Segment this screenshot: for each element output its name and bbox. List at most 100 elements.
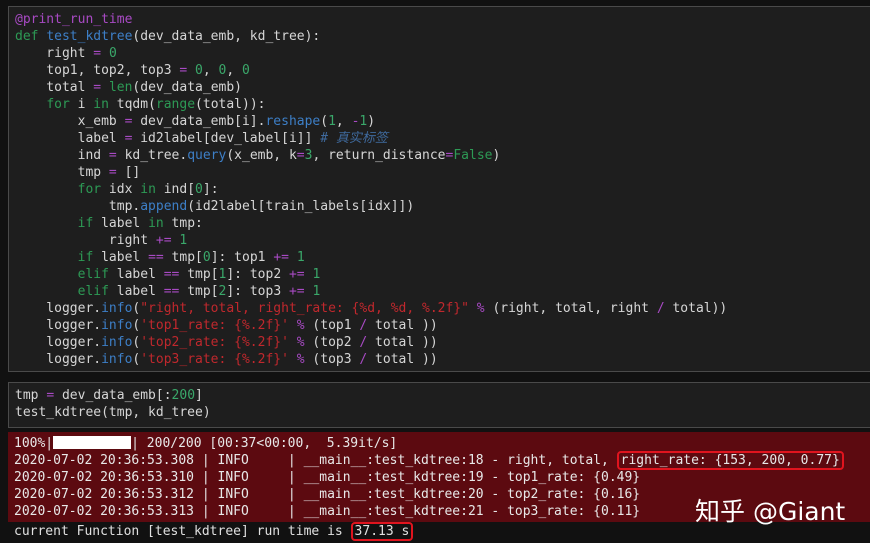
code-token-t	[289, 250, 297, 265]
runtime-prefix: current Function [test_kdtree] run time …	[14, 524, 351, 539]
code-line: def test_kdtree(dev_data_emb, kd_tree):	[15, 28, 727, 45]
code-token-op: +=	[155, 233, 172, 248]
code-token-t: logger.	[15, 352, 102, 367]
code-token-op: +=	[288, 267, 305, 282]
code-line: if label == tmp[0]: top1 += 1	[15, 249, 727, 266]
code-token-fn: query	[187, 148, 227, 163]
code-token-num: 1	[179, 233, 188, 248]
code-token-num: 0	[108, 46, 117, 61]
code-token-t: top1, top2, top3	[15, 63, 180, 78]
code-token-op: =	[46, 388, 55, 403]
code-token-op: =	[93, 80, 102, 95]
code-token-t	[15, 216, 78, 231]
code-token-t: id2label[dev_label[i]]	[132, 131, 321, 146]
code-token-t: logger.	[15, 318, 102, 333]
code-token-num: 1	[328, 114, 336, 129]
code-token-num: 0	[242, 63, 250, 78]
code-token-fn: info	[101, 301, 133, 316]
code-token-t: logger.	[15, 301, 102, 316]
code-line: elif label == tmp[1]: top2 += 1	[15, 266, 727, 283]
code-token-num: 1	[296, 250, 305, 265]
code-token-t: )	[492, 148, 501, 163]
code-cell-call[interactable]: tmp = dev_data_emb[:200] test_kdtree(tmp,…	[8, 382, 870, 428]
code-line: logger.info("right, total, right_rate: {…	[15, 300, 727, 317]
code-line: test_kdtree(tmp, kd_tree)	[15, 404, 211, 421]
code-token-t	[15, 182, 78, 197]
code-token-bi: len	[108, 80, 133, 95]
code-line: right += 1	[15, 232, 727, 249]
code-token-t: tmp[	[179, 284, 219, 299]
code-token-op: /	[656, 301, 665, 316]
code-token-t: ]: top1	[210, 250, 274, 265]
log-line: 2020-07-02 20:36:53.312 | INFO | __main_…	[14, 486, 640, 503]
runtime-line: current Function [test_kdtree] run time …	[14, 522, 414, 541]
code-token-t: ,	[202, 63, 219, 78]
code-token-t: (top2	[304, 335, 360, 350]
code-token-t	[289, 352, 297, 367]
code-line: label = id2label[dev_label[i]] # 真实标签	[15, 130, 727, 147]
code-token-t: , return_distance	[312, 148, 446, 163]
code-token-fn: reshape	[265, 114, 321, 129]
code-token-t: ]:	[202, 182, 219, 197]
code-token-num: 1	[312, 267, 321, 282]
code-token-t: (id2label[train_labels[idx]])	[187, 199, 415, 214]
code-token-t: (	[320, 114, 329, 129]
code-token-t	[15, 284, 78, 299]
code-token-t: label	[93, 250, 149, 265]
code-token-t: (top1	[304, 318, 360, 333]
progress-percent: 100%|	[14, 436, 54, 451]
code-token-t: tmp	[15, 388, 47, 403]
code-line: for idx in ind[0]:	[15, 181, 727, 198]
code-token-t: total ))	[367, 318, 438, 333]
code-token-t: ind[	[155, 182, 196, 197]
code-line: ind = kd_tree.query(x_emb, k=3, return_d…	[15, 147, 727, 164]
code-token-str: 'top1_rate: {%.2f}'	[140, 318, 289, 333]
code-line: @print_run_time	[15, 11, 727, 28]
code-token-op: =	[93, 46, 102, 61]
code-token-op: %	[296, 318, 305, 333]
log-text: 2020-07-02 20:36:53.310 | INFO | __main_…	[14, 470, 641, 485]
code-token-t: tmp	[15, 165, 109, 180]
code-token-bi: range	[155, 97, 196, 112]
code-token-op: +=	[288, 284, 305, 299]
code-token-t: (top3	[304, 352, 360, 367]
log-text: 2020-07-02 20:36:53.312 | INFO | __main_…	[14, 487, 641, 502]
code-editor[interactable]: @print_run_time def test_kdtree(dev_data_…	[15, 11, 727, 368]
code-token-kw: elif	[77, 284, 109, 299]
code-token-op: =	[296, 148, 305, 163]
code-token-t: dev_data_emb[i].	[132, 114, 266, 129]
code-token-fn: info	[101, 318, 133, 333]
code-token-num: 0	[202, 250, 211, 265]
code-token-t	[15, 250, 78, 265]
code-token-t: right	[15, 46, 94, 61]
code-token-t	[289, 318, 297, 333]
code-token-str: 'top2_rate: {%.2f}'	[140, 335, 289, 350]
code-token-num: 0	[195, 182, 203, 197]
code-token-t: (dev_data_emb)	[132, 80, 242, 95]
code-editor[interactable]: tmp = dev_data_emb[:200] test_kdtree(tmp,…	[15, 387, 211, 421]
code-token-kw: for	[77, 182, 102, 197]
code-token-str: 'top3_rate: {%.2f}'	[140, 352, 289, 367]
code-token-op: ==	[163, 284, 180, 299]
code-token-t: (total)):	[195, 97, 266, 112]
code-token-deco: @print_run_time	[15, 12, 133, 27]
code-token-t: tmp.	[15, 199, 141, 214]
code-token-t: []	[116, 165, 141, 180]
code-token-t: logger.	[15, 335, 102, 350]
log-text: 2020-07-02 20:36:53.308 | INFO | __main_…	[14, 453, 617, 468]
code-token-t: tmp:	[163, 216, 203, 231]
code-token-op: %	[476, 301, 485, 316]
code-token-kw: def	[15, 29, 47, 44]
code-token-kw: in	[148, 216, 164, 231]
code-token-op: =	[108, 148, 117, 163]
log-line: 2020-07-02 20:36:53.313 | INFO | __main_…	[14, 503, 640, 520]
code-token-t	[15, 97, 46, 112]
code-cell-function-definition[interactable]: @print_run_time def test_kdtree(dev_data_…	[8, 6, 870, 372]
code-token-t: total ))	[367, 352, 438, 367]
progress-bar	[53, 436, 132, 449]
code-token-t	[469, 301, 477, 316]
code-token-t: ,	[226, 63, 242, 78]
code-token-t: label	[93, 216, 149, 231]
code-token-fn: append	[140, 199, 188, 214]
code-token-t: ]: top3	[226, 284, 289, 299]
